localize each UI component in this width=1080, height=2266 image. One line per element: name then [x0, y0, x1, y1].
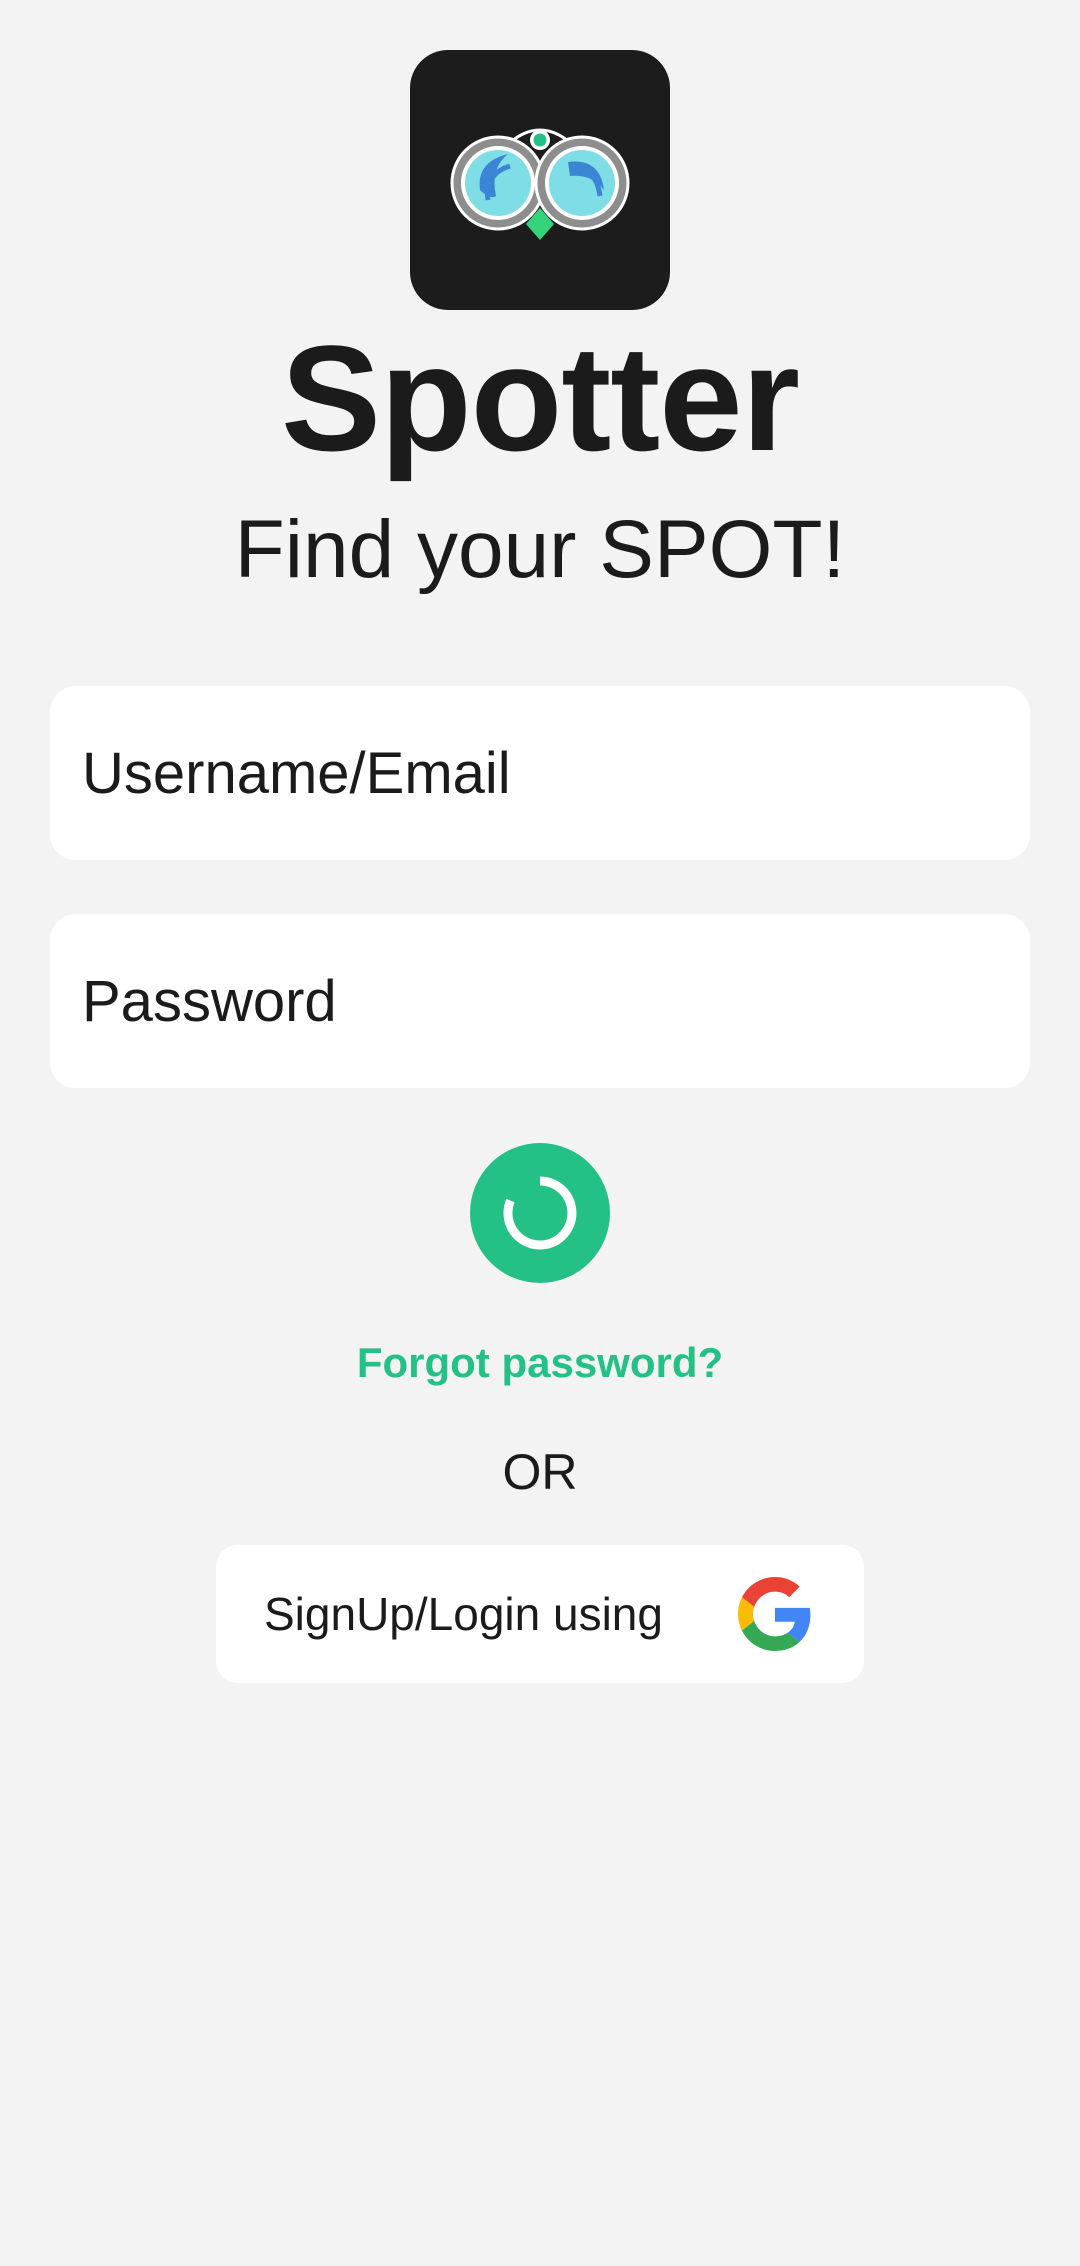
google-login-button[interactable]: SignUp/Login using: [216, 1545, 864, 1683]
loading-spinner-icon: [503, 1176, 577, 1250]
google-icon: [738, 1577, 812, 1651]
password-field-container: [50, 914, 1030, 1088]
username-field-container: [50, 686, 1030, 860]
tagline: Find your SPOT!: [234, 504, 846, 595]
password-input[interactable]: [50, 914, 1030, 1088]
google-login-label: SignUp/Login using: [264, 1588, 663, 1640]
app-title: Spotter: [281, 314, 800, 482]
binoculars-logo-icon: [450, 128, 630, 240]
username-email-input[interactable]: [50, 686, 1030, 860]
forgot-password-link[interactable]: Forgot password?: [0, 1336, 1080, 1390]
app-logo: [410, 50, 670, 310]
login-submit-button[interactable]: [470, 1143, 610, 1283]
or-separator: OR: [502, 1444, 578, 1500]
